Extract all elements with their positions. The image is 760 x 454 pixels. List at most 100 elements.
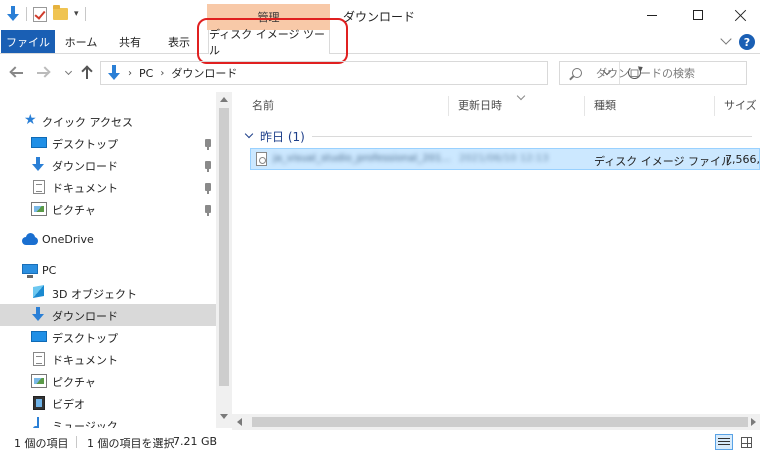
customize-toolbar-dropdown-icon[interactable]: ▾	[74, 9, 79, 19]
back-button[interactable]	[8, 64, 26, 82]
column-header-date-modified[interactable]: 更新日時	[458, 92, 502, 118]
picture-icon	[31, 202, 47, 216]
sidebar-item-3d-objects[interactable]: 3D オブジェクト	[0, 282, 216, 304]
ribbon-tabs: ファイル ホーム 共有 表示 ディスク イメージ ツール ?	[0, 28, 760, 57]
help-button[interactable]: ?	[739, 34, 755, 50]
sidebar-item-pc-videos[interactable]: ビデオ	[0, 392, 216, 414]
scroll-up-arrow-icon[interactable]	[220, 97, 228, 102]
file-list: 名前 更新日時 種類 サイズ 昨日 (1) ja_visual_studio_p…	[240, 92, 760, 414]
new-folder-icon[interactable]	[53, 5, 68, 20]
column-header-size[interactable]: サイズ	[724, 92, 757, 118]
sidebar-item-quick-access[interactable]: クイック アクセス	[0, 110, 216, 132]
tab-file[interactable]: ファイル	[1, 30, 55, 53]
pin-icon	[205, 161, 211, 172]
sidebar-item-pc-documents[interactable]: ドキュメント	[0, 348, 216, 370]
sidebar-item-onedrive[interactable]: OneDrive	[0, 229, 216, 251]
back-arrow-icon	[11, 72, 23, 74]
download-folder-icon	[107, 65, 121, 81]
sidebar-item-downloads[interactable]: ダウンロード	[0, 154, 216, 176]
column-divider[interactable]	[714, 96, 715, 116]
sidebar-item-label: ピクチャ	[52, 204, 96, 217]
star-icon	[24, 113, 40, 127]
sidebar-item-label: ドキュメント	[52, 182, 118, 195]
scroll-left-arrow-icon[interactable]	[237, 418, 242, 426]
sidebar-item-label: ダウンロード	[52, 160, 118, 173]
column-header-type[interactable]: 種類	[594, 92, 616, 118]
download-icon	[31, 307, 47, 321]
sidebar-item-label: OneDrive	[42, 233, 94, 246]
breadcrumb-downloads[interactable]: ダウンロード	[171, 65, 237, 81]
onedrive-cloud-icon	[22, 233, 38, 247]
sidebar-item-pc[interactable]: PC	[0, 260, 216, 282]
tab-home[interactable]: ホーム	[58, 30, 104, 53]
sidebar-item-label: 3D オブジェクト	[52, 288, 137, 301]
status-bar: 1 個の項目 1 個の項目を選択 7.21 GB	[0, 430, 760, 454]
group-header-yesterday[interactable]: 昨日 (1)	[240, 126, 752, 146]
address-bar[interactable]: › PC › ダウンロード	[100, 61, 641, 85]
recent-locations-button[interactable]	[59, 64, 77, 82]
pc-icon	[22, 264, 38, 278]
details-view-icon	[718, 437, 730, 447]
chevron-down-icon	[64, 67, 72, 76]
file-type: ディスク イメージ ファイル	[594, 155, 733, 168]
pin-icon	[205, 205, 211, 216]
up-arrow-icon	[86, 67, 88, 79]
toolbar-divider	[84, 7, 86, 21]
up-button[interactable]	[78, 64, 96, 82]
scrollbar-thumb[interactable]	[252, 417, 748, 427]
forward-button[interactable]	[34, 64, 52, 82]
expand-ribbon-chevron-icon[interactable]	[720, 33, 732, 45]
sidebar-item-pc-desktop[interactable]: デスクトップ	[0, 326, 216, 348]
disk-image-file-icon	[256, 152, 267, 166]
table-row[interactable]: ja_visual_studio_professional_201... 202…	[250, 148, 760, 170]
toolbar-divider	[26, 7, 27, 21]
breadcrumb-pc[interactable]: PC	[139, 67, 153, 80]
column-divider[interactable]	[584, 96, 585, 116]
status-divider	[76, 436, 77, 448]
scroll-right-arrow-icon[interactable]	[751, 418, 756, 426]
large-icons-view-icon	[740, 436, 752, 448]
tab-view[interactable]: 表示	[156, 30, 202, 53]
file-size: 7,566,8	[725, 153, 760, 166]
tab-disk-image-tools[interactable]: ディスク イメージ ツール	[208, 28, 330, 57]
maximize-button[interactable]	[675, 0, 721, 30]
breadcrumb-separator: ›	[160, 67, 165, 79]
sidebar-item-label: ミュージック	[52, 420, 118, 428]
close-button[interactable]	[721, 0, 760, 30]
properties-icon[interactable]	[33, 6, 47, 22]
sidebar-item-label: クイック アクセス	[42, 116, 133, 129]
tab-share[interactable]: 共有	[108, 30, 152, 53]
group-divider	[312, 136, 752, 137]
window-title: ダウンロード	[343, 10, 416, 24]
navigation-pane: クイック アクセス デスクトップ ダウンロード ドキュメント ピクチャ OneD…	[0, 92, 232, 428]
collapse-group-chevron-icon	[244, 129, 254, 139]
status-item-count: 1 個の項目	[14, 437, 69, 450]
sidebar-item-pictures[interactable]: ピクチャ	[0, 198, 216, 220]
sidebar-item-label: デスクトップ	[52, 332, 118, 345]
large-icons-view-button[interactable]	[737, 434, 755, 450]
download-folder-icon	[6, 6, 20, 22]
search-input[interactable]: ダウンロードの検索	[559, 61, 747, 85]
navigation-bar: › PC › ダウンロード ダウンロードの検索	[0, 56, 760, 90]
minimize-button[interactable]	[629, 0, 675, 30]
music-icon	[31, 417, 47, 428]
desktop-icon	[31, 331, 47, 342]
scrollbar-thumb[interactable]	[219, 108, 229, 386]
file-list-horizontal-scrollbar[interactable]	[232, 414, 760, 430]
column-header-name[interactable]: 名前	[252, 92, 274, 118]
sidebar-item-documents[interactable]: ドキュメント	[0, 176, 216, 198]
3d-objects-icon	[31, 285, 47, 299]
status-selected-count: 1 個の項目を選択	[87, 437, 175, 450]
sidebar-item-pc-music[interactable]: ミュージック	[0, 414, 216, 428]
sidebar-item-desktop[interactable]: デスクトップ	[0, 132, 216, 154]
sidebar-vertical-scrollbar[interactable]	[216, 92, 232, 428]
details-view-button[interactable]	[715, 434, 733, 450]
sidebar-item-label: デスクトップ	[52, 138, 118, 151]
sidebar-item-pc-downloads[interactable]: ダウンロード	[0, 304, 216, 326]
pin-icon	[205, 139, 211, 150]
scroll-down-arrow-icon[interactable]	[220, 414, 228, 419]
sidebar-item-pc-pictures[interactable]: ピクチャ	[0, 370, 216, 392]
column-divider[interactable]	[448, 96, 449, 116]
document-icon	[33, 180, 45, 194]
title-bar: ▾ 管理 ダウンロード	[0, 0, 760, 30]
